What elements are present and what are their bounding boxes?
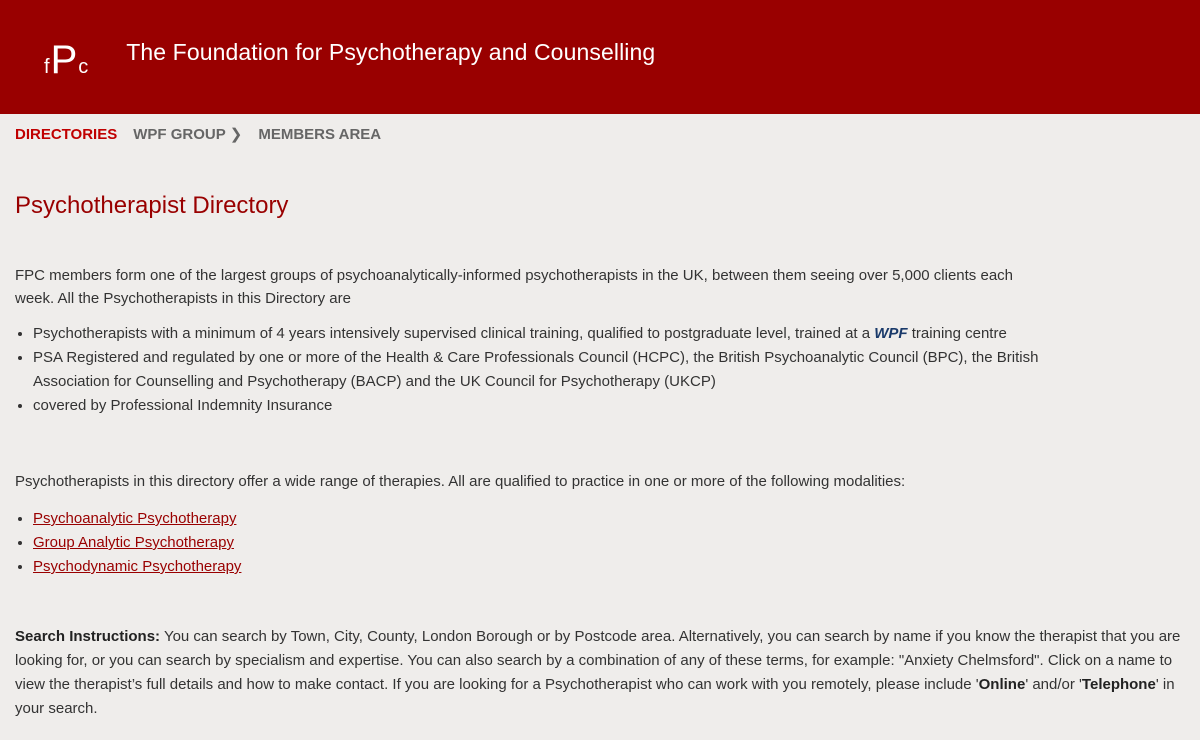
modalities-intro: Psychotherapists in this directory offer… xyxy=(15,473,906,490)
search-telephone-term: Telephone xyxy=(1081,676,1156,693)
logo-letter-c: c xyxy=(78,55,89,78)
search-text-2: ' and/or ' xyxy=(1025,676,1082,693)
nav-wpf-group[interactable]: WPF GROUP ❯ xyxy=(133,125,242,143)
link-group-analytic[interactable]: Group Analytic Psychotherapy xyxy=(33,534,234,551)
feature-training-tail: training centre xyxy=(907,325,1007,342)
wpf-emphasis: WPF xyxy=(874,325,908,342)
logo-letter-f: f xyxy=(44,55,50,78)
feature-item: Psychotherapists with a minimum of 4 yea… xyxy=(33,322,1043,346)
list-item: Group Analytic Psychotherapy xyxy=(33,531,1185,555)
search-online-term: Online xyxy=(978,676,1026,693)
feature-item: PSA Registered and regulated by one or m… xyxy=(33,346,1043,394)
search-instructions-label: Search Instructions: xyxy=(15,628,161,645)
feature-item: covered by Professional Indemnity Insura… xyxy=(33,394,1043,418)
main-content: Psychotherapist Directory FPC members fo… xyxy=(0,192,1200,721)
site-title[interactable]: The Foundation for Psychotherapy and Cou… xyxy=(126,39,655,66)
chevron-right-icon: ❯ xyxy=(229,126,243,143)
nav-wpf-group-label: WPF GROUP xyxy=(133,126,226,143)
nav-directories[interactable]: DIRECTORIES xyxy=(15,126,117,143)
features-list: Psychotherapists with a minimum of 4 yea… xyxy=(15,322,1043,418)
nav-members-area[interactable]: MEMBERS AREA xyxy=(258,126,381,143)
main-nav: DIRECTORIES WPF GROUP ❯ MEMBERS AREA xyxy=(0,114,1200,154)
search-instructions: Search Instructions: You can search by T… xyxy=(15,625,1187,721)
logo-letter-p: P xyxy=(50,37,78,82)
feature-training-text: Psychotherapists with a minimum of 4 yea… xyxy=(33,325,875,342)
link-psychodynamic[interactable]: Psychodynamic Psychotherapy xyxy=(33,558,241,575)
list-item: Psychodynamic Psychotherapy xyxy=(33,555,1185,579)
modalities-list: Psychoanalytic Psychotherapy Group Analy… xyxy=(15,507,1185,579)
link-psychoanalytic[interactable]: Psychoanalytic Psychotherapy xyxy=(33,510,236,527)
list-item: Psychoanalytic Psychotherapy xyxy=(33,507,1185,531)
site-header: f P c The Foundation for Psychotherapy a… xyxy=(0,0,1200,114)
fpc-logo[interactable]: f P c xyxy=(44,38,88,83)
intro-paragraph: FPC members form one of the largest grou… xyxy=(15,267,1014,307)
page-title: Psychotherapist Directory xyxy=(15,192,289,219)
